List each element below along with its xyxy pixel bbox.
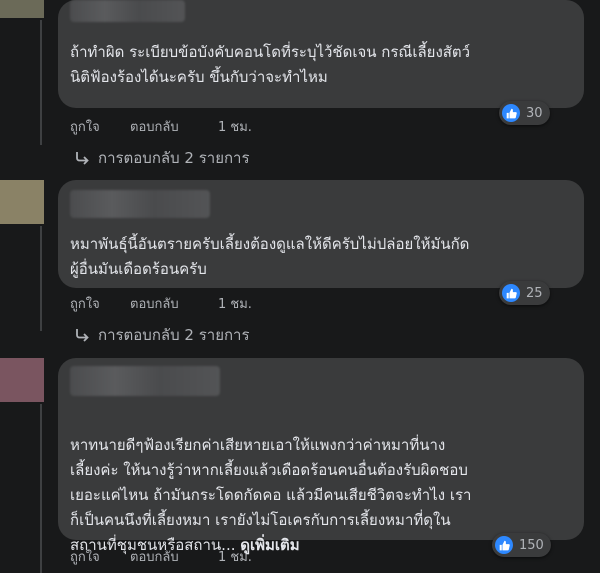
thread-line xyxy=(40,404,42,573)
reaction-count[interactable]: 25 xyxy=(499,281,550,305)
avatar[interactable] xyxy=(0,0,44,18)
timestamp[interactable]: 1 ชม. xyxy=(218,116,252,137)
comment-bubble: หาทนายดีๆฟ้องเรียกค่าเสียหายเอาให้แพงกว่… xyxy=(58,358,584,554)
timestamp[interactable]: 1 ชม. xyxy=(218,546,252,567)
view-replies[interactable]: การตอบกลับ 2 รายการ xyxy=(74,323,250,347)
like-action[interactable]: ถูกใจ xyxy=(70,116,130,137)
comment-text: หาทนายดีๆฟ้องเรียกค่าเสียหายเอาให้แพงกว่… xyxy=(70,408,560,558)
reaction-count[interactable]: 150 xyxy=(492,533,551,557)
like-action[interactable]: ถูกใจ xyxy=(70,293,130,314)
timestamp[interactable]: 1 ชม. xyxy=(218,293,252,314)
thread-line xyxy=(40,20,42,145)
thread-line xyxy=(40,226,42,331)
reaction-count[interactable]: 30 xyxy=(499,101,550,125)
avatar[interactable] xyxy=(0,180,44,224)
view-replies[interactable]: การตอบกลับ 2 รายการ xyxy=(74,146,250,170)
comment-actions: ถูกใจ ตอบกลับ 1 ชม. xyxy=(70,116,252,137)
like-icon xyxy=(495,536,513,554)
like-count: 30 xyxy=(526,105,543,121)
comment-actions: ถูกใจ ตอบกลับ 1 ชม. xyxy=(70,546,252,567)
blurred-author-name[interactable] xyxy=(70,190,210,218)
reply-action[interactable]: ตอบกลับ xyxy=(130,546,218,567)
avatar[interactable] xyxy=(0,358,44,402)
comment-bubble: ถ้าทำผิด ระเบียบข้อบังคับคอนโดที่ระบุไว้… xyxy=(58,0,584,108)
reply-action[interactable]: ตอบกลับ xyxy=(130,116,218,137)
comment-text: หมาพันธุ์นี้อันตรายครับเลี้ยงต้องดูแลให้… xyxy=(70,235,470,278)
comment-actions: ถูกใจ ตอบกลับ 1 ชม. xyxy=(70,293,252,314)
comment-text: ถ้าทำผิด ระเบียบข้อบังคับคอนโดที่ระบุไว้… xyxy=(70,43,471,86)
like-action[interactable]: ถูกใจ xyxy=(70,546,130,567)
replies-label[interactable]: การตอบกลับ 2 รายการ xyxy=(98,323,250,347)
replies-label[interactable]: การตอบกลับ 2 รายการ xyxy=(98,146,250,170)
like-count: 150 xyxy=(519,537,544,553)
blurred-author-name[interactable] xyxy=(70,0,185,22)
blurred-author-name[interactable] xyxy=(70,366,220,396)
reply-action[interactable]: ตอบกลับ xyxy=(130,293,218,314)
like-icon xyxy=(502,104,520,122)
comment-bubble: หมาพันธุ์นี้อันตรายครับเลี้ยงต้องดูแลให้… xyxy=(58,180,584,288)
reply-arrow-icon xyxy=(76,329,89,342)
like-icon xyxy=(502,284,520,302)
reply-arrow-icon xyxy=(76,152,89,165)
like-count: 25 xyxy=(526,285,543,301)
